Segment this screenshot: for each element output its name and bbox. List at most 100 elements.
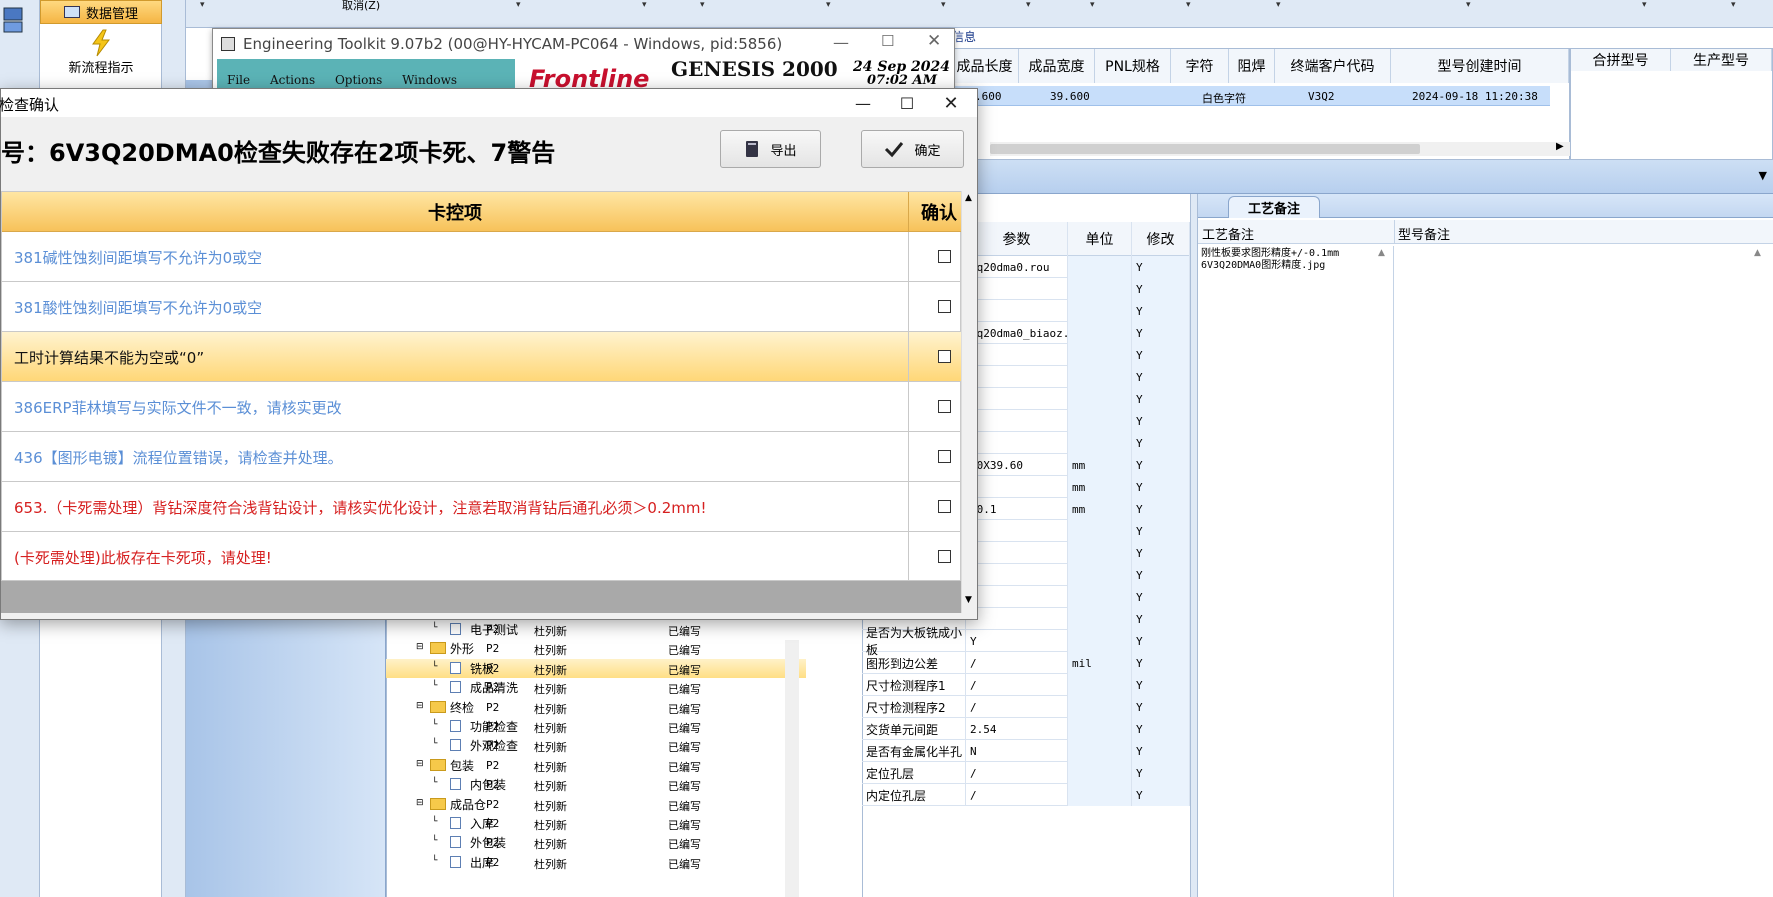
tree-node[interactable]: └ 外观检查 P2 杜列新 已编写 <box>386 736 806 755</box>
genesis-titlebar[interactable]: Engineering Toolkit 9.07b2 (00@HY-HYCAM-… <box>213 29 954 59</box>
col-header[interactable]: 单位 <box>1068 222 1132 256</box>
col-header[interactable]: 型号创建时间 <box>1391 49 1569 83</box>
dropdown-arrow-icon[interactable]: ▾ <box>1642 0 1647 10</box>
param-value-cell[interactable] <box>966 388 1068 410</box>
dropdown-arrow-icon[interactable]: ▾ <box>200 0 205 10</box>
tree-node[interactable]: └ 成品清洗 P2 杜列新 已编写 <box>386 678 806 697</box>
col-header[interactable]: 参数 <box>966 222 1068 256</box>
chevron-down-icon[interactable]: ▼ <box>1759 169 1767 182</box>
nav-data-management[interactable]: 数据管理 <box>40 0 162 24</box>
check-item-row[interactable]: 386ERP菲林填写与实际文件不一致，请核实更改 <box>2 382 962 432</box>
param-value-cell[interactable] <box>966 476 1068 498</box>
minimize-icon[interactable]: — <box>833 33 849 52</box>
confirm-checkbox[interactable] <box>938 500 951 513</box>
param-value-cell[interactable]: / <box>966 652 1068 674</box>
check-item-row[interactable]: 工时计算结果不能为空或“0” <box>2 332 962 382</box>
menu-actions[interactable]: Actions <box>270 73 315 87</box>
dropdown-arrow-icon[interactable]: ▾ <box>642 0 647 10</box>
cancel-menu-item[interactable]: 取消(Z) <box>342 0 380 13</box>
tree-node[interactable]: └ 入库 P2 杜列新 已编写 <box>386 814 806 833</box>
param-value-cell[interactable] <box>966 608 1068 630</box>
param-value-cell[interactable]: Y <box>966 630 1068 652</box>
tree-node[interactable]: └ 外包装 P2 杜列新 已编写 <box>386 833 806 852</box>
col-header[interactable]: 生产型号 <box>1671 49 1772 71</box>
close-icon[interactable]: ✕ <box>929 89 973 117</box>
param-row[interactable]: 是否有金属化半孔 N Y <box>862 740 1190 762</box>
confirm-checkbox[interactable] <box>938 350 951 363</box>
dropdown-arrow-icon[interactable]: ▾ <box>826 0 831 10</box>
col-header[interactable]: 合拼型号 <box>1571 49 1671 71</box>
param-value-cell[interactable]: / <box>966 762 1068 784</box>
tab-process-remark[interactable]: 工艺备注 <box>1228 196 1320 218</box>
confirm-checkbox[interactable] <box>938 550 951 563</box>
param-value-cell[interactable]: / <box>966 674 1068 696</box>
process-remark-text[interactable]: 刚性板要求图形精度+/-0.1mm 6V3Q20DMA0图形精度.jpg <box>1198 246 1394 897</box>
param-value-cell[interactable]: / <box>966 784 1068 806</box>
check-confirm-dialog[interactable]: 检查确认 — ☐ ✕ 号：6V3Q20DMA0检查失败存在2项卡死、7警告 导出… <box>0 88 978 620</box>
genesis-window[interactable]: Engineering Toolkit 9.07b2 (00@HY-HYCAM-… <box>212 28 955 93</box>
tree-node[interactable]: └ 内包装 P2 杜列新 已编写 <box>386 775 806 794</box>
col-header-item[interactable]: 卡控项 <box>2 192 908 232</box>
dropdown-arrow-icon[interactable]: ▾ <box>1026 0 1031 10</box>
param-value-cell[interactable]: N <box>966 740 1068 762</box>
param-value-cell[interactable] <box>966 520 1068 542</box>
splitter[interactable] <box>1190 194 1198 897</box>
export-button[interactable]: 导出 <box>720 130 821 168</box>
col-header[interactable]: 阻焊 <box>1229 49 1275 83</box>
tree-node[interactable]: ⊟ 终检 P2 杜列新 已编写 <box>386 698 806 717</box>
param-value-cell[interactable]: 3q20dma0.rou <box>966 256 1068 278</box>
param-value-cell[interactable]: 60X39.60 <box>966 454 1068 476</box>
confirm-checkbox[interactable] <box>938 400 951 413</box>
col-header-confirm[interactable]: 确认 <box>909 192 962 232</box>
collapse-icon[interactable]: ⊟ <box>416 798 424 808</box>
tree-node[interactable]: ⊟ 包装 P2 杜列新 已编写 <box>386 756 806 775</box>
tree-node[interactable]: ⊟ 外形 P2 杜列新 已编写 <box>386 639 806 658</box>
param-value-cell[interactable]: 2.54 <box>966 718 1068 740</box>
check-item-row[interactable]: 381酸性蚀刻间距填写不允许为0或空 <box>2 282 962 332</box>
param-value-cell[interactable] <box>966 432 1068 454</box>
minimize-icon[interactable]: — <box>841 89 885 117</box>
check-item-row[interactable]: 436【图形电镀】流程位置错误，请检查并处理。 <box>2 432 962 482</box>
tree-node[interactable]: └ 铣板 P2 杜列新 已编写 <box>386 658 806 678</box>
col-header[interactable]: 字符 <box>1171 49 1229 83</box>
collapse-icon[interactable]: ⊟ <box>416 701 424 711</box>
check-item-row[interactable]: (卡死需处理)此板存在卡死项，请处理! <box>2 532 962 582</box>
param-row[interactable]: 交货单元间距 2.54 Y <box>862 718 1190 740</box>
nav-new-flow[interactable]: 新流程指示 <box>40 24 162 80</box>
tree-node[interactable]: ⊟ 成品仓 P2 杜列新 已编写 <box>386 795 806 814</box>
confirm-checkbox[interactable] <box>938 250 951 263</box>
menu-options[interactable]: Options <box>335 73 382 87</box>
tree-node[interactable]: └ 功能检查 P2 杜列新 已编写 <box>386 717 806 736</box>
collapse-icon[interactable]: ⊟ <box>416 759 424 769</box>
close-icon[interactable]: ✕ <box>927 31 941 51</box>
dropdown-arrow-icon[interactable]: ▾ <box>1731 0 1736 10</box>
tree-node[interactable]: └ 出库 P2 杜列新 已编写 <box>386 853 806 872</box>
col-header[interactable]: 修改 <box>1132 222 1190 256</box>
check-item-row[interactable]: 653.（卡死需处理）背钻深度符合浅背钻设计，请核实优化设计，注意若取消背钻后通… <box>2 482 962 532</box>
tree-node[interactable]: └ 电子测试 P2 杜列新 已编写 <box>386 620 806 639</box>
param-row[interactable]: 尺寸检测程序2/ Y <box>862 696 1190 718</box>
dialog-titlebar[interactable]: 检查确认 — ☐ ✕ <box>0 89 977 117</box>
dropdown-arrow-icon[interactable]: ▾ <box>516 0 521 10</box>
dropdown-arrow-icon[interactable]: ▾ <box>700 0 705 10</box>
tree-scrollbar[interactable] <box>785 640 799 897</box>
scroll-up-icon[interactable]: ▲ <box>1378 248 1385 258</box>
param-row[interactable]: 是否为大板铣成小板 Y Y <box>862 626 1190 657</box>
dropdown-arrow-icon[interactable]: ▾ <box>1276 0 1281 10</box>
horizontal-scrollbar[interactable]: ▶ <box>990 141 1570 156</box>
dropdown-arrow-icon[interactable]: ▾ <box>941 0 946 10</box>
col-header[interactable]: 成品长度 <box>951 49 1019 83</box>
param-row[interactable]: 尺寸检测程序1/ Y <box>862 674 1190 696</box>
database-icon[interactable] <box>2 6 26 36</box>
param-value-cell[interactable] <box>966 564 1068 586</box>
col-header[interactable]: PNL规格 <box>1095 49 1171 83</box>
col-header[interactable]: 终端客户代码 <box>1275 49 1391 83</box>
menu-file[interactable]: File <box>227 73 250 87</box>
param-value-cell[interactable] <box>966 300 1068 322</box>
dialog-scrollbar[interactable]: ▲ ▼ <box>961 191 977 613</box>
collapse-icon[interactable]: ⊟ <box>416 642 424 652</box>
param-value-cell[interactable] <box>966 410 1068 432</box>
dropdown-arrow-icon[interactable]: ▾ <box>1466 0 1471 10</box>
maximize-icon[interactable]: ☐ <box>881 32 894 50</box>
param-value-cell[interactable] <box>966 366 1068 388</box>
